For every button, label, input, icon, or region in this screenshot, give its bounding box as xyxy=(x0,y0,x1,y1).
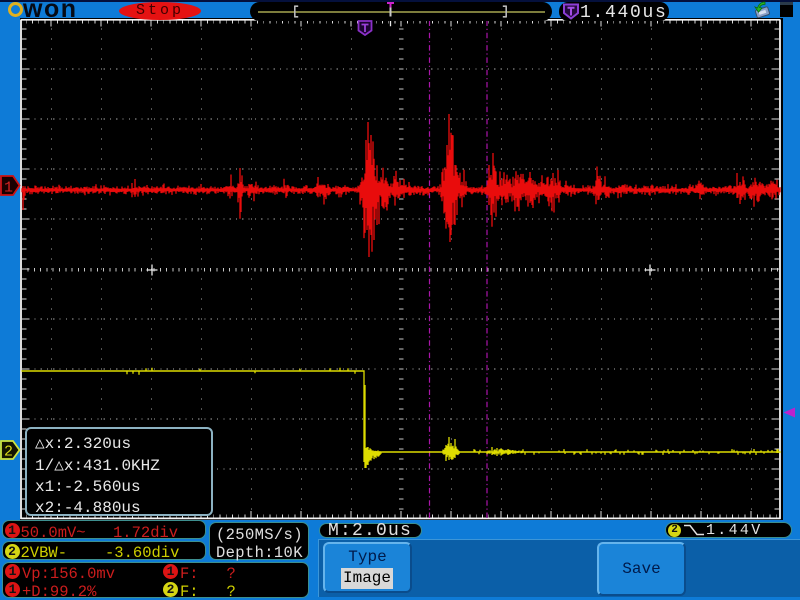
svg-text:1: 1 xyxy=(4,180,13,197)
svg-text:2: 2 xyxy=(4,444,13,461)
svg-text:won: won xyxy=(22,0,78,23)
